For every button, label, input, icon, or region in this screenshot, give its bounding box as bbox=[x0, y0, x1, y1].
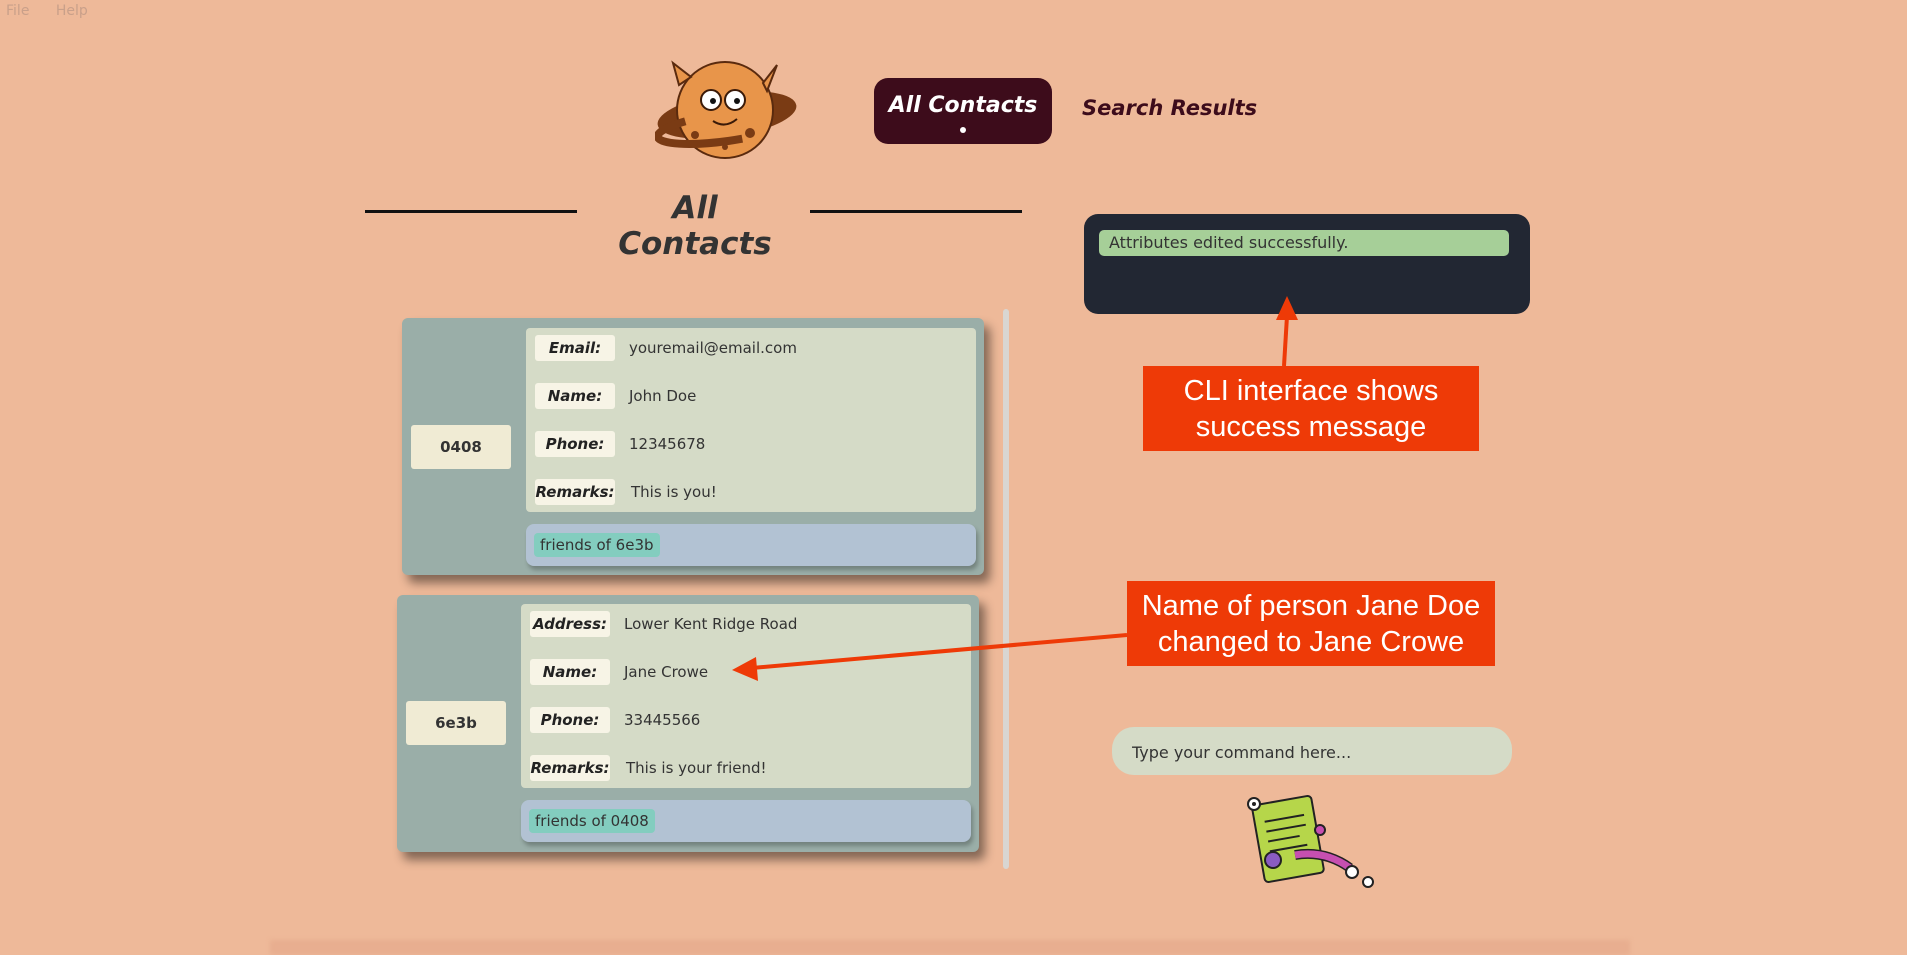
annotation-cli-note: CLI interface shows success message bbox=[1143, 366, 1479, 451]
menu-file[interactable]: File bbox=[6, 3, 29, 19]
app-logo bbox=[655, 60, 800, 159]
field-value: Jane Crowe bbox=[624, 663, 709, 681]
field-value: 33445566 bbox=[624, 711, 701, 729]
field-value: John Doe bbox=[629, 387, 697, 405]
result-message: Attributes edited successfully. bbox=[1099, 230, 1509, 256]
field-value: This is your friend! bbox=[626, 759, 767, 777]
field-label: Phone: bbox=[535, 431, 615, 457]
contact-id-badge: 6e3b bbox=[406, 701, 506, 745]
field-label: Name: bbox=[530, 659, 610, 685]
page-title: All Contacts bbox=[618, 190, 772, 262]
field-label: Address: bbox=[530, 611, 610, 637]
contact-fields: Email: youremail@email.com Name: John Do… bbox=[526, 328, 976, 512]
contact-tags: friends of 6e3b bbox=[526, 524, 976, 566]
footer-shadow bbox=[270, 940, 1630, 955]
tag-badge: friends of 6e3b bbox=[534, 533, 660, 557]
field-label: Name: bbox=[535, 383, 615, 409]
field-value: This is you! bbox=[631, 483, 717, 501]
tab-all-contacts[interactable]: All Contacts bbox=[874, 78, 1052, 144]
tag-badge: friends of 0408 bbox=[529, 809, 655, 833]
command-input[interactable] bbox=[1130, 737, 1494, 767]
result-display: Attributes edited successfully. bbox=[1084, 214, 1530, 314]
field-label: Remarks: bbox=[535, 479, 615, 505]
menu-help[interactable]: Help bbox=[56, 3, 88, 19]
contact-card[interactable]: 0408 Email: youremail@email.com Name: Jo… bbox=[402, 318, 984, 575]
contact-list-scrollbar[interactable] bbox=[1003, 309, 1009, 869]
tab-search-results[interactable]: Search Results bbox=[1082, 96, 1257, 120]
active-tab-indicator bbox=[960, 127, 966, 133]
tab-all-contacts-label: All Contacts bbox=[888, 93, 1038, 118]
field-label: Remarks: bbox=[530, 755, 610, 781]
contact-id-badge: 0408 bbox=[411, 425, 511, 469]
contact-fields: Address: Lower Kent Ridge Road Name: Jan… bbox=[521, 604, 971, 788]
command-box bbox=[1112, 727, 1512, 775]
title-divider-right bbox=[810, 210, 1022, 213]
contact-card[interactable]: 6e3b Address: Lower Kent Ridge Road Name… bbox=[397, 595, 979, 852]
field-label: Email: bbox=[535, 335, 615, 361]
section-header: All Contacts bbox=[365, 190, 1022, 262]
contact-tags: friends of 0408 bbox=[521, 800, 971, 842]
arrow-to-result-line bbox=[1282, 315, 1289, 367]
field-value: youremail@email.com bbox=[629, 339, 797, 357]
field-label: Phone: bbox=[530, 707, 610, 733]
field-value: 12345678 bbox=[629, 435, 706, 453]
document-mascot-icon bbox=[1247, 795, 1374, 888]
annotation-name-note: Name of person Jane Doe changed to Jane … bbox=[1127, 581, 1495, 666]
menu-bar: File Help bbox=[6, 3, 110, 19]
title-divider-left bbox=[365, 210, 577, 213]
field-value: Lower Kent Ridge Road bbox=[624, 615, 798, 633]
